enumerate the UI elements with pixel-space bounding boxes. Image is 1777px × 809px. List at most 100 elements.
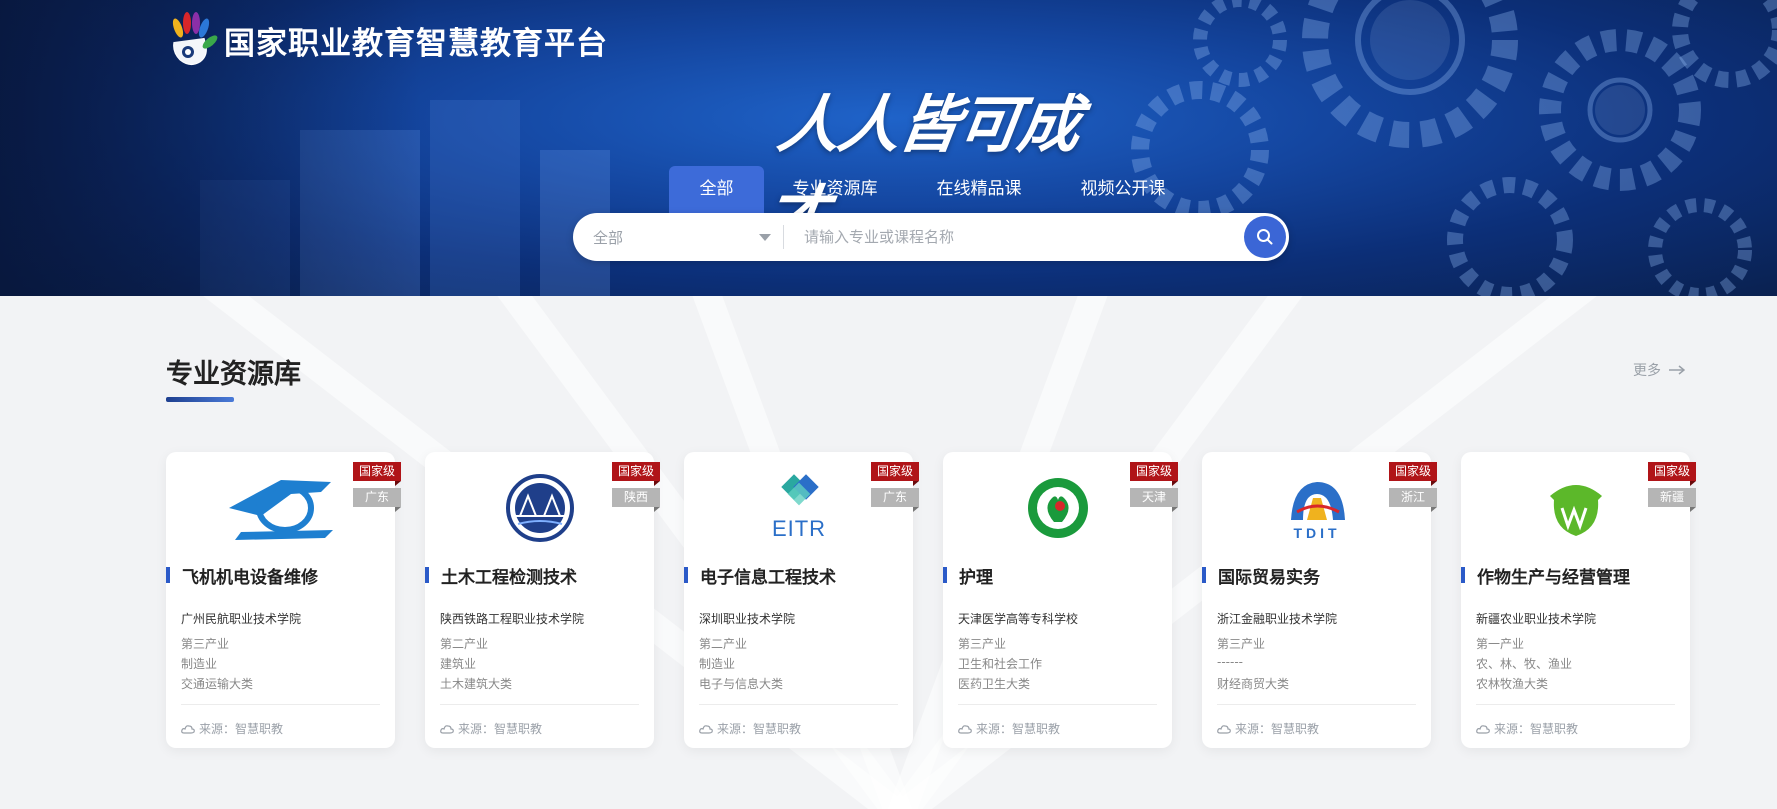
card-industry: 第三产业	[958, 637, 1007, 651]
card-source: 来源：智慧职教	[1476, 720, 1578, 737]
category-select[interactable]: 全部	[573, 213, 783, 261]
resource-card[interactable]: 国家级 新疆 作物生产与经营管理 新疆农业职业技术学院 第一产业 农、林、牧、渔…	[1461, 452, 1696, 748]
card-industry: 第三产业	[181, 637, 230, 651]
card-industry: 第三产业	[1217, 637, 1266, 651]
region-badge: 浙江	[1389, 488, 1437, 507]
card-category: 土木建筑大类	[440, 677, 513, 691]
card-industry: 第一产业	[1476, 637, 1525, 651]
card-source: 来源：智慧职教	[958, 720, 1060, 737]
title-accent-bar	[1461, 567, 1465, 583]
title-accent-bar	[166, 567, 170, 583]
card-title: 国际贸易实务	[1218, 568, 1320, 588]
more-link[interactable]: 更多	[1633, 360, 1685, 380]
section-title-underline	[166, 397, 234, 402]
resource-card[interactable]: 国家级 天津 护理 天津医学高等专科学校 第三产业 卫生和社会工作 医药卫生大类…	[943, 452, 1178, 748]
badge-fold	[395, 507, 401, 512]
card-category: 交通运输大类	[181, 677, 254, 691]
site-logo[interactable]: 国家职业教育智慧教育平台	[166, 12, 608, 68]
card-category: 财经商贸大类	[1217, 677, 1290, 691]
card-title: 作物生产与经营管理	[1477, 568, 1630, 588]
cloud-icon	[1217, 724, 1231, 734]
arrow-right-icon	[1669, 365, 1685, 375]
badge-fold	[1172, 481, 1178, 486]
region-badge: 广东	[871, 488, 919, 507]
card-title: 土木工程检测技术	[441, 568, 577, 588]
region-badge: 新疆	[1648, 488, 1696, 507]
card-sector: 制造业	[181, 657, 218, 671]
card-school: 广州民航职业技术学院	[181, 612, 302, 626]
badge-fold	[1690, 507, 1696, 512]
svg-text:EITR: EITR	[771, 516, 825, 541]
card-category: 农林牧渔大类	[1476, 677, 1549, 691]
tab-online-courses[interactable]: 在线精品课	[906, 166, 1052, 213]
card-divider	[1217, 704, 1416, 705]
card-divider	[440, 704, 639, 705]
level-badge: 国家级	[1648, 462, 1696, 481]
region-badge: 天津	[1130, 488, 1178, 507]
region-badge: 陕西	[612, 488, 660, 507]
card-title: 飞机机电设备维修	[182, 568, 318, 588]
card-divider	[958, 704, 1157, 705]
region-badge: 广东	[353, 488, 401, 507]
section-title: 专业资源库	[166, 359, 301, 390]
title-accent-bar	[1202, 567, 1206, 583]
card-source: 来源：智慧职教	[699, 720, 801, 737]
level-badge: 国家级	[353, 462, 401, 481]
level-badge: 国家级	[612, 462, 660, 481]
card-school: 天津医学高等专科学校	[958, 612, 1079, 626]
tab-all[interactable]: 全部	[669, 166, 764, 213]
card-source: 来源：智慧职教	[1217, 720, 1319, 737]
card-category: 电子与信息大类	[699, 677, 784, 691]
card-source: 来源：智慧职教	[440, 720, 542, 737]
eitr-logo-icon: EITR	[771, 474, 825, 541]
badge-fold	[395, 481, 401, 486]
card-sector: 卫生和社会工作	[958, 657, 1043, 671]
search-input[interactable]	[784, 215, 1244, 259]
card-source-text: 来源：智慧职教	[1235, 722, 1320, 736]
resource-card[interactable]: TDIT 国家级 浙江 国际贸易实务 浙江金融职业技术学院 第三产业 -----…	[1202, 452, 1437, 748]
card-industry: 第二产业	[699, 637, 748, 651]
level-badge: 国家级	[1130, 462, 1178, 481]
card-school: 陕西铁路工程职业技术学院	[440, 612, 585, 626]
tab-video-courses[interactable]: 视频公开课	[1052, 166, 1194, 213]
resource-card[interactable]: EITR 国家级 广东 电子信息工程技术 深圳职业技术学院 第二产业 制造业 电…	[684, 452, 919, 748]
card-source-text: 来源：智慧职教	[976, 722, 1061, 736]
card-sector: 制造业	[699, 657, 736, 671]
badge-fold	[913, 481, 919, 486]
card-divider	[699, 704, 898, 705]
card-school: 浙江金融职业技术学院	[1217, 612, 1338, 626]
cloud-icon	[440, 724, 454, 734]
tab-resource-library[interactable]: 专业资源库	[764, 166, 906, 213]
search-bar: 全部	[573, 213, 1289, 261]
badge-fold	[1172, 507, 1178, 512]
brand-name: 国家职业教育智慧教育平台	[224, 25, 608, 62]
cloud-icon	[958, 724, 972, 734]
category-select-value: 全部	[593, 228, 624, 247]
badge-fold	[1690, 481, 1696, 486]
resource-card[interactable]: 国家级 广东 飞机机电设备维修 广州民航职业技术学院 第三产业 制造业 交通运输…	[166, 452, 401, 748]
hand-logo-icon	[172, 12, 218, 66]
card-source-text: 来源：智慧职教	[1494, 722, 1579, 736]
card-divider	[1476, 704, 1675, 705]
card-sector: ------	[1217, 655, 1243, 669]
badge-fold	[1431, 481, 1437, 486]
card-source: 来源：智慧职教	[181, 720, 283, 737]
hero-tabs: 全部 专业资源库 在线精品课 视频公开课	[669, 166, 1194, 213]
card-divider	[181, 704, 380, 705]
resource-card[interactable]: 国家级 陕西 土木工程检测技术 陕西铁路工程职业技术学院 第二产业 建筑业 土木…	[425, 452, 660, 748]
card-category: 医药卫生大类	[958, 677, 1031, 691]
cloud-icon	[699, 724, 713, 734]
card-sector: 农、林、牧、渔业	[1476, 657, 1573, 671]
badge-fold	[654, 507, 660, 512]
plane-logo-icon	[228, 480, 333, 540]
card-source-text: 来源：智慧职教	[199, 722, 284, 736]
search-icon	[1257, 229, 1273, 245]
cloud-icon	[181, 724, 195, 734]
resource-card-list: 国家级 广东 飞机机电设备维修 广州民航职业技术学院 第三产业 制造业 交通运输…	[166, 452, 1696, 748]
search-button[interactable]	[1244, 216, 1286, 258]
card-sector: 建筑业	[440, 657, 477, 671]
nursing-emblem-logo-icon	[1027, 478, 1088, 538]
card-title: 护理	[959, 568, 993, 588]
badge-fold	[654, 481, 660, 486]
hero-banner: 国家职业教育智慧教育平台 人人皆可成才 全部 专业资源库 在线精品课 视频公开课…	[0, 0, 1777, 296]
